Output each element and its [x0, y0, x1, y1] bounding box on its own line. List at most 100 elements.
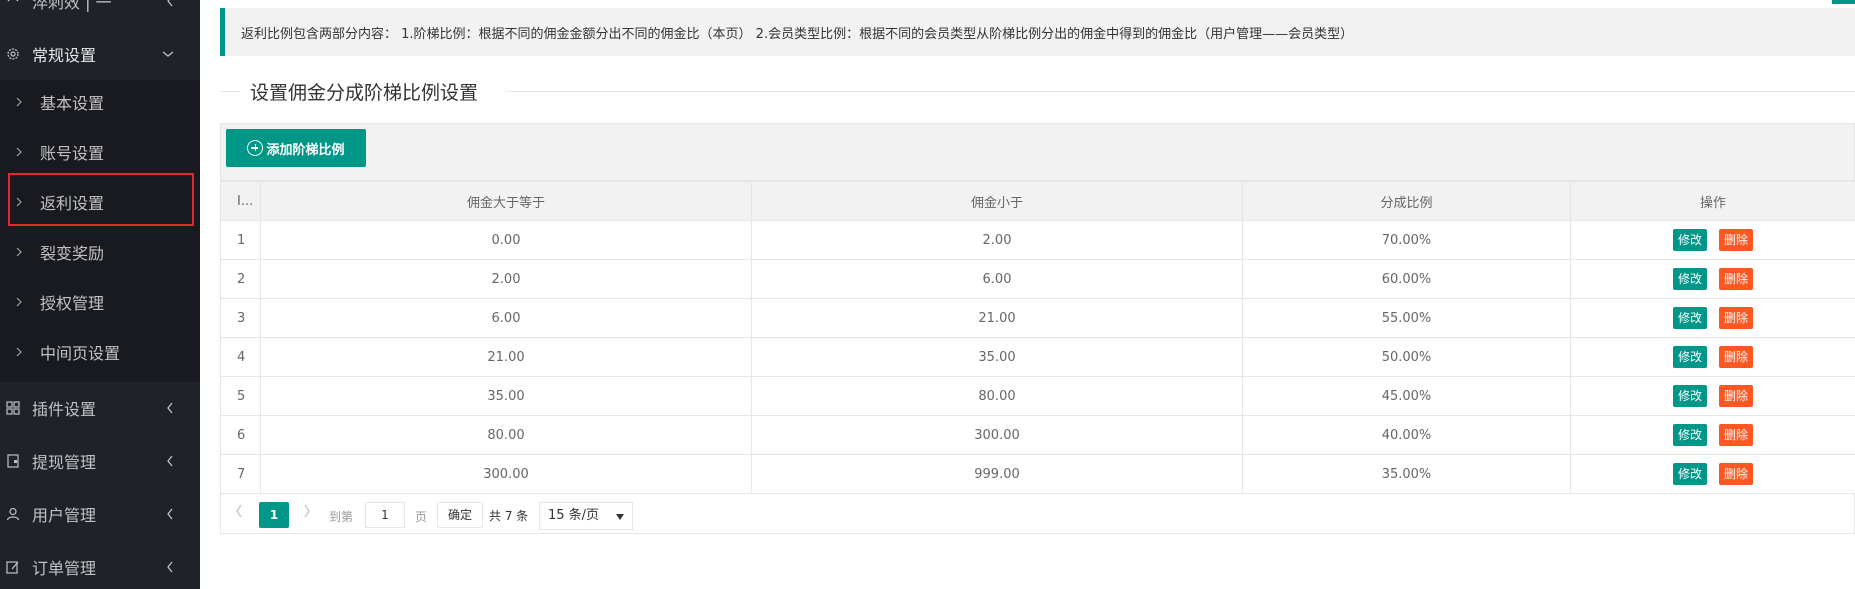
sidebar-item-label: 淬刺效 | 一 [32, 0, 112, 12]
sidebar-item-basic-settings[interactable]: 基本设置 [0, 80, 200, 124]
sidebar-item-middle-page[interactable]: 中间页设置 [0, 330, 200, 374]
delete-button[interactable]: 删除 [1719, 385, 1753, 407]
chevron-right-icon [16, 297, 26, 307]
delete-button[interactable]: 删除 [1719, 307, 1753, 329]
sidebar-item-fission-reward[interactable]: 裂变奖励 [0, 230, 200, 274]
goto-confirm-button[interactable]: 确定 [437, 502, 483, 528]
chevron-left-icon [166, 455, 174, 467]
column-header-max[interactable]: 佣金小于 [751, 181, 1243, 221]
chevron-left-icon [166, 561, 174, 573]
tier-table: I... 佣金大于等于 佣金小于 分成比例 操作 1 0.00 2.00 70.… [220, 181, 1855, 494]
sidebar-item-withdraw-management[interactable]: 提现管理 [0, 441, 200, 481]
delete-button[interactable]: 删除 [1719, 463, 1753, 485]
submenu-general: 基本设置 账号设置 返利设置 裂变奖励 授权管理 中间页设置 [0, 80, 200, 382]
cell-actions: 修改 删除 [1570, 454, 1855, 494]
cell-id: 5 [220, 376, 261, 416]
cell-id: 2 [220, 259, 261, 299]
cell-ratio: 50.00% [1242, 337, 1571, 377]
column-header-id[interactable]: I... [220, 181, 261, 221]
sidebar-item-top[interactable]: 淬刺效 | 一 [0, 0, 200, 16]
page-size-select[interactable]: 15 条/页 [539, 502, 633, 530]
cell-min: 300.00 [260, 454, 752, 494]
sidebar-item-authorization[interactable]: 授权管理 [0, 280, 200, 324]
chevron-left-icon [166, 508, 174, 520]
scroll-indicator [1832, 0, 1855, 4]
sidebar-item-label: 常规设置 [32, 46, 97, 65]
sidebar-item-label: 授权管理 [40, 294, 105, 313]
divider [220, 91, 240, 92]
cell-id: 3 [220, 298, 261, 338]
cell-id: 6 [220, 415, 261, 455]
cell-min: 0.00 [260, 220, 752, 260]
delete-button[interactable]: 删除 [1719, 346, 1753, 368]
cell-actions: 修改 删除 [1570, 259, 1855, 299]
sidebar-item-label: 基本设置 [40, 94, 105, 113]
edit-button[interactable]: 修改 [1673, 424, 1707, 446]
add-tier-button[interactable]: 添加阶梯比例 [226, 129, 366, 167]
edit-button[interactable]: 修改 [1673, 268, 1707, 290]
column-header-ratio[interactable]: 分成比例 [1242, 181, 1571, 221]
notice-banner: 返利比例包含两部分内容： 1.阶梯比例：根据不同的佣金金额分出不同的佣金比（本页… [220, 8, 1855, 56]
cell-actions: 修改 删除 [1570, 415, 1855, 455]
chevron-left-icon [166, 0, 174, 7]
sidebar-item-label: 裂变奖励 [40, 244, 105, 263]
highlight-box [8, 173, 194, 226]
edit-button[interactable]: 修改 [1673, 463, 1707, 485]
chevron-right-icon [16, 247, 26, 257]
current-page[interactable]: 1 [259, 502, 289, 528]
cell-max: 80.00 [751, 376, 1243, 416]
column-header-min[interactable]: 佣金大于等于 [260, 181, 752, 221]
section-title-text: 设置佣金分成阶梯比例设置 [250, 82, 479, 104]
cell-max: 6.00 [751, 259, 1243, 299]
cell-min: 6.00 [260, 298, 752, 338]
page-label: 页 [415, 510, 428, 524]
cell-actions: 修改 删除 [1570, 298, 1855, 338]
edit-button[interactable]: 修改 [1673, 346, 1707, 368]
cell-min: 2.00 [260, 259, 752, 299]
sidebar-item-user-management[interactable]: 用户管理 [0, 494, 200, 534]
delete-button[interactable]: 删除 [1719, 229, 1753, 251]
edit-button[interactable]: 修改 [1673, 307, 1707, 329]
sidebar: 淬刺效 | 一 常规设置 基本设置 账号设置 返利设置 裂变奖励 授权管理 中间… [0, 0, 200, 589]
column-header-actions: 操作 [1570, 181, 1855, 221]
caret-down-icon [616, 514, 624, 520]
sidebar-item-account-settings[interactable]: 账号设置 [0, 130, 200, 174]
cell-min: 21.00 [260, 337, 752, 377]
chevron-left-icon [166, 402, 174, 414]
sidebar-item-general-settings[interactable]: 常规设置 [0, 36, 200, 72]
cell-ratio: 40.00% [1242, 415, 1571, 455]
section-title: 设置佣金分成阶梯比例设置 [220, 76, 1855, 106]
cell-min: 35.00 [260, 376, 752, 416]
sidebar-item-order-management[interactable]: 订单管理 [0, 547, 200, 587]
total-count: 共 7 条 [489, 509, 529, 523]
table-row: 2 2.00 6.00 60.00% 修改 删除 [220, 259, 1855, 299]
edit-icon [4, 558, 22, 576]
table-header-row: I... 佣金大于等于 佣金小于 分成比例 操作 [220, 181, 1855, 221]
cell-actions: 修改 删除 [1570, 220, 1855, 260]
edit-button[interactable]: 修改 [1673, 385, 1707, 407]
grid-icon [4, 399, 22, 417]
delete-button[interactable]: 删除 [1719, 268, 1753, 290]
edit-button[interactable]: 修改 [1673, 229, 1707, 251]
next-page-icon[interactable] [303, 504, 311, 521]
cell-id: 1 [220, 220, 261, 260]
cell-id: 7 [220, 454, 261, 494]
gear-icon [4, 45, 22, 63]
delete-button[interactable]: 删除 [1719, 424, 1753, 446]
goto-page-input[interactable] [365, 502, 405, 528]
table-row: 6 80.00 300.00 40.00% 修改 删除 [220, 415, 1855, 455]
divider [505, 91, 1855, 92]
table-toolbar: 添加阶梯比例 [220, 123, 1855, 181]
cell-actions: 修改 删除 [1570, 376, 1855, 416]
sidebar-item-label: 插件设置 [32, 400, 97, 419]
plus-circle-icon [247, 140, 264, 156]
cell-ratio: 55.00% [1242, 298, 1571, 338]
pagination: 1 到第 页 确定 共 7 条 15 条/页 [220, 494, 1855, 534]
cell-ratio: 70.00% [1242, 220, 1571, 260]
prev-page-icon[interactable] [235, 504, 243, 521]
chevron-right-icon [16, 347, 26, 357]
cell-ratio: 60.00% [1242, 259, 1571, 299]
main-content: 返利比例包含两部分内容： 1.阶梯比例：根据不同的佣金金额分出不同的佣金比（本页… [200, 0, 1855, 589]
table-row: 5 35.00 80.00 45.00% 修改 删除 [220, 376, 1855, 416]
sidebar-item-plugin-settings[interactable]: 插件设置 [0, 388, 200, 428]
